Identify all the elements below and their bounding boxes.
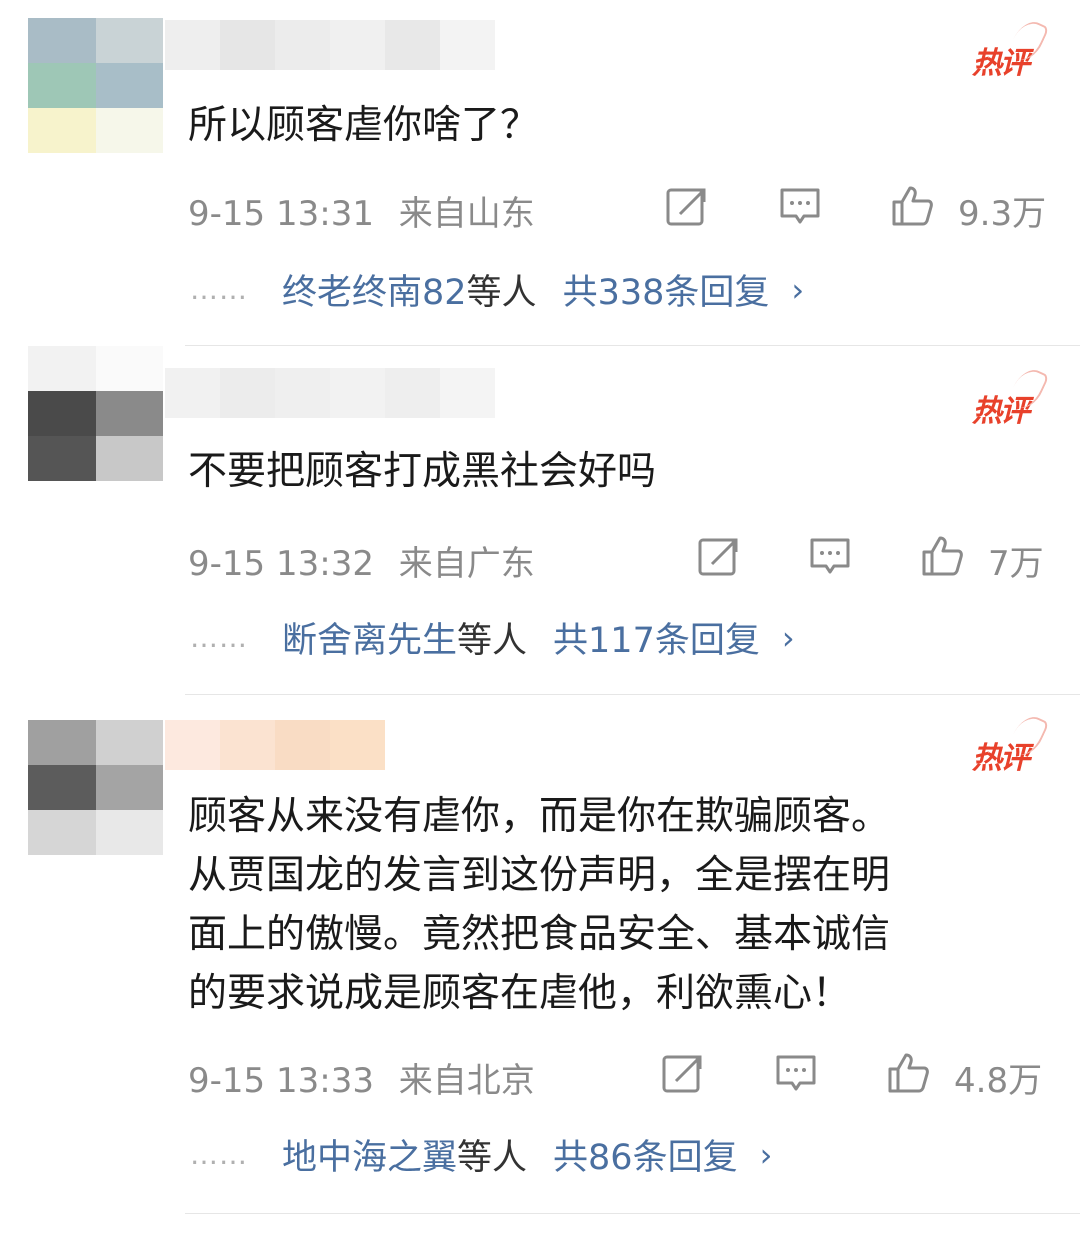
comment-1: 热评 所以顾客虐你啥了？ 9-15 13:31 来自山东 9.3万 …… 终老终… xyxy=(0,0,1080,345)
reply-total[interactable]: 共338条回复 xyxy=(563,264,770,315)
comment-time: 9-15 13:32 xyxy=(188,544,374,584)
like-count: 9.3万 xyxy=(958,194,1047,234)
comment-meta: 9-15 13:32 来自广东 xyxy=(188,536,535,585)
reply-total[interactable]: 共117条回复 xyxy=(553,612,760,663)
username-blurred[interactable] xyxy=(165,20,495,70)
reply-summary[interactable]: …… 终老终南82 等人 共338条回复 › xyxy=(190,264,804,315)
like-count: 4.8万 xyxy=(954,1061,1043,1101)
username-blurred[interactable] xyxy=(165,720,385,770)
username-blurred[interactable] xyxy=(165,368,495,418)
reply-total[interactable]: 共86条回复 xyxy=(553,1129,738,1180)
comment-icon[interactable] xyxy=(774,1051,818,1095)
avatar[interactable] xyxy=(28,346,163,481)
reply-dots: …… xyxy=(190,273,248,306)
comment-text: 顾客从来没有虐你，而是你在欺骗顾客。 从贾国龙的发言到这份声明，全是摆在明 面上… xyxy=(188,794,891,1016)
thumbs-up-icon[interactable] xyxy=(920,534,964,578)
share-icon[interactable] xyxy=(664,184,708,228)
reply-names[interactable]: 断舍离先生 xyxy=(282,612,457,663)
comment-3: 热评 顾客从来没有虐你，而是你在欺骗顾客。 从贾国龙的发言到这份声明，全是摆在明… xyxy=(0,695,1080,1215)
chevron-right-icon[interactable]: › xyxy=(782,619,795,657)
comment-icon[interactable] xyxy=(808,534,852,578)
comment-location: 来自山东 xyxy=(398,194,535,234)
share-icon[interactable] xyxy=(696,534,740,578)
reply-names[interactable]: 地中海之翼 xyxy=(282,1129,457,1180)
comment-location: 来自北京 xyxy=(398,1061,535,1101)
comment-location: 来自广东 xyxy=(398,544,535,584)
reply-names[interactable]: 终老终南82 xyxy=(282,264,467,315)
share-icon[interactable] xyxy=(660,1051,704,1095)
avatar[interactable] xyxy=(28,18,163,153)
reply-etc: 等人 xyxy=(457,621,528,661)
chevron-right-icon[interactable]: › xyxy=(791,271,804,309)
comment-time: 9-15 13:31 xyxy=(188,194,374,234)
reply-etc: 等人 xyxy=(457,1138,528,1178)
reply-summary[interactable]: …… 地中海之翼 等人 共86条回复 › xyxy=(190,1129,772,1180)
avatar[interactable] xyxy=(28,720,163,855)
reply-summary[interactable]: …… 断舍离先生 等人 共117条回复 › xyxy=(190,612,795,663)
reply-dots: …… xyxy=(190,621,248,654)
comment-icon[interactable] xyxy=(778,184,822,228)
hot-comment-badge: 热评 xyxy=(972,364,1050,430)
divider xyxy=(185,1213,1080,1214)
reply-etc: 等人 xyxy=(466,273,537,313)
chevron-right-icon[interactable]: › xyxy=(760,1136,773,1174)
thumbs-up-icon[interactable] xyxy=(890,184,934,228)
thumbs-up-icon[interactable] xyxy=(886,1051,930,1095)
like-count: 7万 xyxy=(988,544,1044,584)
comment-time: 9-15 13:33 xyxy=(188,1061,374,1101)
comment-text: 不要把顾客打成黑社会好吗 xyxy=(188,449,657,494)
comment-meta: 9-15 13:33 来自北京 xyxy=(188,1053,535,1102)
hot-comment-badge: 热评 xyxy=(972,16,1050,82)
reply-dots: …… xyxy=(190,1138,248,1171)
comment-text: 所以顾客虐你啥了？ xyxy=(188,103,540,148)
comment-meta: 9-15 13:31 来自山东 xyxy=(188,186,535,235)
hot-comment-badge: 热评 xyxy=(972,711,1050,777)
comment-2: 热评 不要把顾客打成黑社会好吗 9-15 13:32 来自广东 7万 …… 断舍… xyxy=(0,346,1080,694)
